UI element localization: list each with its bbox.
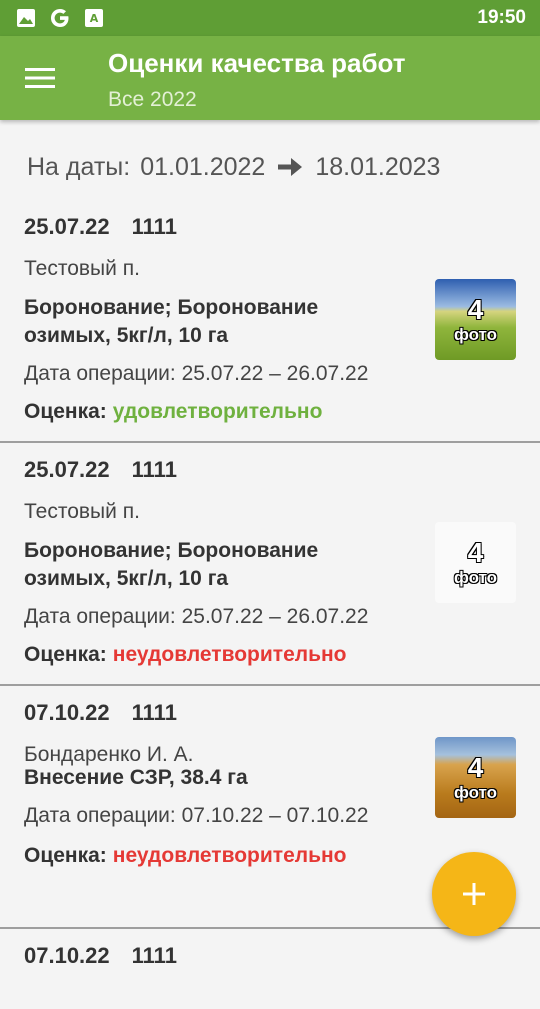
grade-label: Оценка: — [24, 400, 107, 423]
grade-label: Оценка: — [24, 844, 107, 867]
photo-count: 4 — [467, 752, 484, 783]
item-number: 1111 — [131, 214, 177, 239]
item-operation-dates: Дата операции: 25.07.22 – 26.07.22 — [24, 362, 369, 385]
photo-label: фото — [453, 568, 498, 587]
date-to[interactable]: 18.01.2023 — [315, 153, 440, 182]
translate-icon: A — [84, 8, 104, 28]
grade-value: удовлетворительно — [112, 400, 323, 423]
photo-count: 4 — [467, 294, 484, 325]
item-number: 1111 — [131, 457, 177, 482]
status-time: 19:50 — [477, 7, 526, 28]
page-title: Оценки качества работ — [108, 48, 406, 78]
app-bar: Оценки качества работ Все 2022 — [0, 36, 540, 120]
photo-count: 4 — [467, 537, 484, 568]
item-date: 07.10.22 — [24, 943, 110, 968]
item-header: 25.07.22 1111 — [24, 214, 177, 240]
list-item[interactable]: 25.07.22 1111 Тестовый п. Боронование; Бо… — [0, 443, 540, 686]
item-person: Тестовый п. — [24, 500, 140, 523]
arrow-right-icon — [277, 156, 303, 178]
grade-label: Оценка: — [24, 643, 107, 666]
status-bar: A 19:50 — [0, 0, 540, 36]
google-icon — [48, 6, 72, 30]
date-range-label: На даты: — [27, 152, 131, 181]
item-header: 25.07.22 1111 — [24, 457, 177, 483]
hamburger-menu-icon[interactable] — [20, 58, 60, 98]
date-range-filter[interactable]: На даты: 01.01.2022 18.01.2023 — [27, 150, 440, 184]
item-operation: Боронование; Боронование озимых, 5кг/л, … — [24, 539, 319, 590]
item-date: 25.07.22 — [24, 214, 110, 239]
item-operation-dates: Дата операции: 25.07.22 – 26.07.22 — [24, 605, 369, 628]
photo-label: фото — [453, 325, 498, 344]
list-item[interactable]: 25.07.22 1111 Тестовый п. Боронование; Бо… — [0, 200, 540, 443]
item-header: 07.10.22 1111 — [24, 700, 177, 726]
item-number: 1111 — [131, 700, 177, 725]
item-date: 07.10.22 — [24, 700, 110, 725]
page-subtitle[interactable]: Все 2022 — [108, 88, 197, 112]
item-number: 1111 — [131, 943, 177, 968]
grade-value: неудовлетворительно — [112, 643, 347, 666]
status-icons: A — [16, 6, 104, 30]
photo-thumbnail[interactable]: 4 фото — [435, 522, 516, 603]
item-date: 25.07.22 — [24, 457, 110, 482]
add-button[interactable] — [432, 852, 516, 936]
item-operation: Боронование; Боронование озимых, 5кг/л, … — [24, 296, 319, 347]
item-operation-dates: Дата операции: 07.10.22 – 07.10.22 — [24, 804, 369, 827]
item-person: Тестовый п. — [24, 257, 140, 280]
item-header: 07.10.22 1111 — [24, 943, 177, 969]
grade-value: неудовлетворительно — [112, 844, 347, 867]
image-icon — [16, 8, 36, 28]
list-item[interactable]: 07.10.22 1111 — [0, 929, 540, 1009]
item-grade: Оценка: неудовлетворительно — [24, 643, 347, 667]
svg-text:A: A — [90, 12, 99, 25]
photo-thumbnail[interactable]: 4 фото — [435, 279, 516, 360]
item-grade: Оценка: неудовлетворительно — [24, 844, 347, 868]
item-grade: Оценка: удовлетворительно — [24, 400, 322, 424]
photo-label: фото — [453, 783, 498, 802]
photo-thumbnail[interactable]: 4 фото — [435, 737, 516, 818]
item-operation: Внесение СЗР, 38.4 га — [24, 766, 248, 789]
date-from[interactable]: 01.01.2022 — [140, 153, 265, 182]
plus-icon — [461, 881, 487, 907]
